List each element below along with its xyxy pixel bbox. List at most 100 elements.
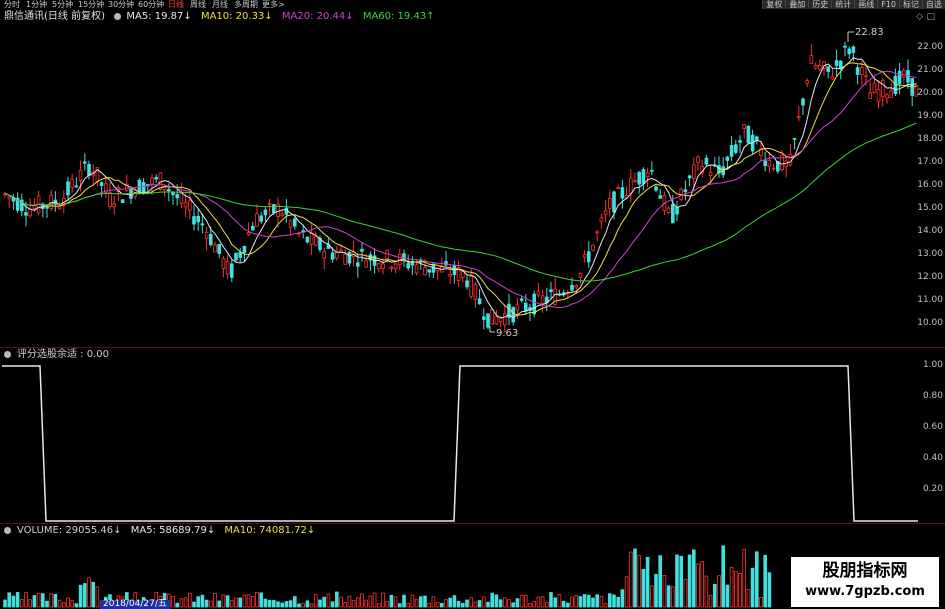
volume-bar xyxy=(7,592,11,608)
candle-body xyxy=(666,207,671,213)
indicator-title[interactable]: 评分选股余适 : 0.00 xyxy=(17,349,109,360)
candle-body xyxy=(250,225,255,231)
candle-body xyxy=(725,156,730,161)
volume-bar xyxy=(309,603,314,608)
candle-body xyxy=(658,195,662,199)
volume-bar xyxy=(246,594,251,608)
candle-body xyxy=(309,232,314,245)
volume-bar xyxy=(494,594,499,608)
indicator-tick: 0.60 xyxy=(922,422,943,432)
volume-bar xyxy=(578,596,583,608)
volume-bar xyxy=(360,593,364,608)
candle-body xyxy=(200,223,205,226)
candle-body xyxy=(897,70,902,85)
volume-bar xyxy=(431,596,436,608)
candle-body xyxy=(83,161,87,164)
volume-bar xyxy=(767,572,772,608)
volume-bar xyxy=(540,596,545,608)
candle-body xyxy=(360,248,364,252)
volume-bar xyxy=(171,595,175,608)
volume-bar xyxy=(473,601,478,608)
price-tick: 18.00 xyxy=(917,134,943,144)
volume-bars xyxy=(3,545,772,608)
candle-body xyxy=(305,236,310,243)
candle-body xyxy=(587,251,591,263)
volume-bar xyxy=(692,549,696,608)
volume-bar xyxy=(318,599,322,608)
candle-body xyxy=(99,182,104,186)
candle-body xyxy=(801,98,805,106)
volume-bar xyxy=(208,600,213,608)
volume-bar xyxy=(448,597,452,608)
volume-bar xyxy=(477,600,482,608)
volume-bar xyxy=(288,600,293,608)
candle-body xyxy=(217,243,222,254)
candle-body xyxy=(288,220,293,228)
ma10-line xyxy=(4,62,917,316)
volume-bar xyxy=(763,554,767,608)
volume-bar xyxy=(276,601,280,608)
candle-body xyxy=(612,191,616,213)
volume-bar xyxy=(444,599,448,608)
indicator-tick: 0.20 xyxy=(922,484,943,494)
candle-body xyxy=(502,313,507,326)
kline-chart[interactable]: 22.83 9.63 xyxy=(0,0,945,609)
indicator-settings-icon[interactable] xyxy=(4,351,11,358)
volume-bar xyxy=(376,603,381,608)
candle-body xyxy=(267,203,272,206)
candle-body xyxy=(511,307,515,323)
volume-bar xyxy=(666,585,671,608)
candle-body xyxy=(263,209,268,216)
volume-settings-icon[interactable] xyxy=(4,527,11,534)
volume-bar xyxy=(654,573,658,608)
volume-bar xyxy=(242,594,247,608)
candle-body xyxy=(792,138,797,140)
candle-body xyxy=(843,45,847,48)
candle-body xyxy=(855,67,860,75)
volume-bar xyxy=(620,589,625,608)
volume-bar xyxy=(200,594,205,608)
candle-body xyxy=(629,177,633,194)
candle-body xyxy=(32,205,37,210)
volume-bar xyxy=(381,592,385,608)
watermark-url: www.7gpzb.com xyxy=(805,584,925,599)
candle-body xyxy=(763,160,767,167)
volume-bar xyxy=(721,545,725,608)
volume-bar xyxy=(385,601,389,608)
volume-value[interactable]: VOLUME: 29055.46↓ xyxy=(17,525,122,536)
candle-body xyxy=(24,212,28,216)
volume-bar xyxy=(397,603,402,608)
volume-bar xyxy=(536,596,541,608)
volume-bar xyxy=(217,600,222,608)
volume-bar xyxy=(603,603,608,608)
candle-body xyxy=(540,295,545,304)
volume-bar xyxy=(633,548,637,608)
candle-body xyxy=(494,316,499,325)
volume-bar xyxy=(624,576,629,608)
price-tick: 11.00 xyxy=(917,295,943,305)
volume-bar xyxy=(389,594,394,608)
volume-bar xyxy=(549,592,553,608)
candle-body xyxy=(868,92,872,99)
volume-bar xyxy=(368,595,373,608)
volume-bar xyxy=(746,589,751,608)
watermark: 股朋指标网 www.7gpzb.com xyxy=(791,557,939,607)
candle-body xyxy=(797,116,801,118)
candle-body xyxy=(7,196,11,199)
volume-bar xyxy=(616,596,620,608)
candle-body xyxy=(826,66,830,72)
volume-bar xyxy=(297,603,301,608)
candle-body xyxy=(830,75,835,80)
volume-bar xyxy=(372,592,377,608)
candle-body xyxy=(582,254,587,258)
candle-body xyxy=(108,192,112,207)
candle-body xyxy=(213,244,217,253)
ma5-line xyxy=(4,57,917,319)
volume-bar xyxy=(355,597,360,608)
volume-bar xyxy=(263,598,268,608)
volume-bar xyxy=(410,594,415,608)
candle-body xyxy=(620,187,625,199)
candle-body xyxy=(162,187,167,191)
price-tick: 13.00 xyxy=(917,249,943,259)
volume-bar xyxy=(734,571,738,608)
